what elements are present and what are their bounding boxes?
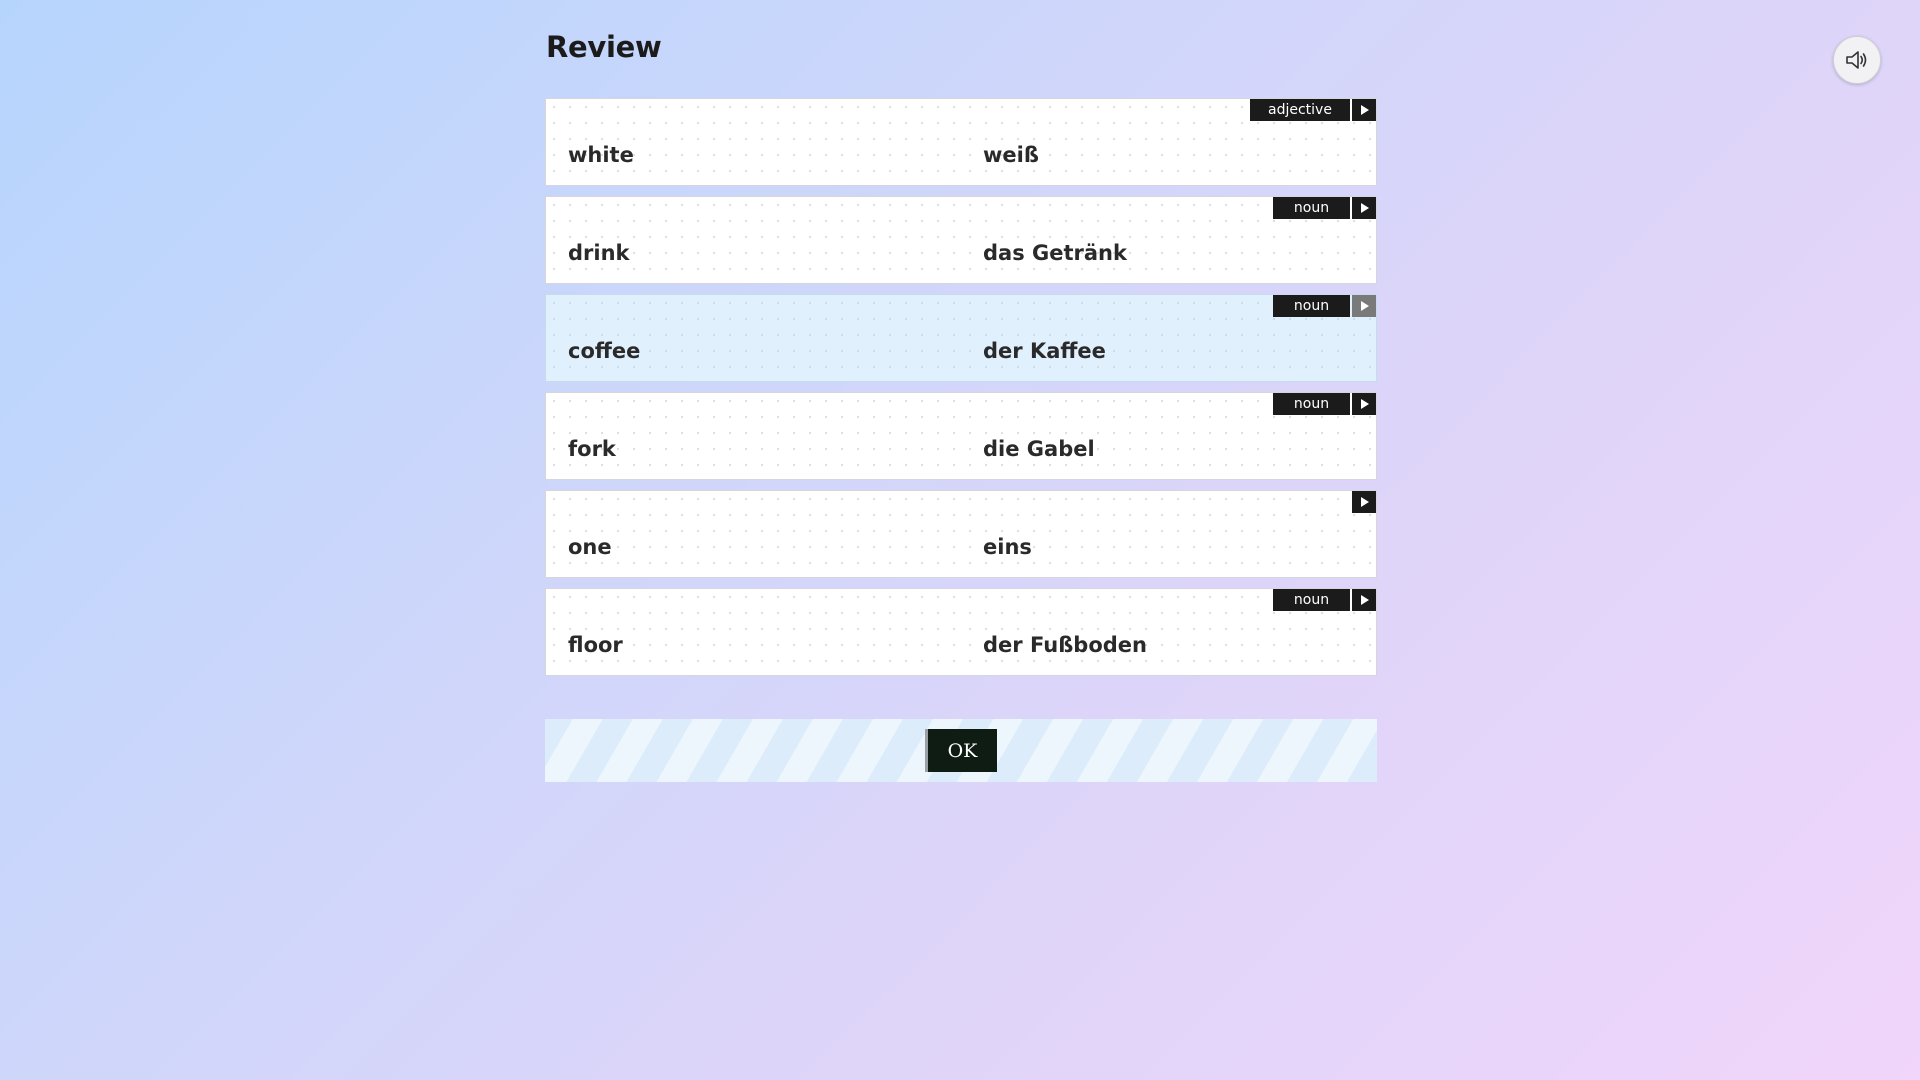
review-card[interactable]: one eins (545, 490, 1377, 578)
term-text: floor (568, 633, 623, 657)
part-of-speech-tag: noun (1273, 295, 1350, 317)
review-card-list: white weiß adjective drink das Getränk n… (545, 98, 1377, 686)
part-of-speech-tag: noun (1273, 393, 1350, 415)
card-tags: noun (1273, 295, 1376, 317)
term-text: coffee (568, 339, 641, 363)
translation-text: die Gabel (983, 437, 1095, 461)
play-icon (1360, 301, 1369, 311)
translation-text: der Fußboden (983, 633, 1147, 657)
term-text: one (568, 535, 612, 559)
part-of-speech-tag: noun (1273, 589, 1350, 611)
review-card[interactable]: drink das Getränk noun (545, 196, 1377, 284)
play-audio-button[interactable] (1352, 589, 1376, 611)
card-tags: adjective (1250, 99, 1376, 121)
ok-bar: OK (545, 719, 1377, 782)
speaker-icon (1846, 51, 1867, 69)
play-audio-button[interactable] (1352, 491, 1376, 513)
page-title: Review (546, 30, 662, 64)
translation-text: der Kaffee (983, 339, 1106, 363)
play-audio-button[interactable] (1352, 295, 1376, 317)
translation-text: weiß (983, 143, 1039, 167)
review-card-active[interactable]: coffee der Kaffee noun (545, 294, 1377, 382)
term-text: drink (568, 241, 630, 265)
play-icon (1360, 105, 1369, 115)
play-audio-button[interactable] (1352, 197, 1376, 219)
term-text: white (568, 143, 634, 167)
play-audio-button[interactable] (1352, 393, 1376, 415)
translation-text: das Getränk (983, 241, 1127, 265)
card-tags: noun (1273, 393, 1376, 415)
play-icon (1360, 399, 1369, 409)
part-of-speech-tag: noun (1273, 197, 1350, 219)
term-text: fork (568, 437, 616, 461)
card-tags (1352, 491, 1376, 513)
card-tags: noun (1273, 589, 1376, 611)
ok-button[interactable]: OK (925, 729, 997, 772)
review-card[interactable]: floor der Fußboden noun (545, 588, 1377, 676)
translation-text: eins (983, 535, 1032, 559)
play-audio-button[interactable] (1352, 99, 1376, 121)
play-icon (1360, 595, 1369, 605)
card-tags: noun (1273, 197, 1376, 219)
review-card[interactable]: fork die Gabel noun (545, 392, 1377, 480)
audio-toggle-button[interactable] (1833, 36, 1881, 84)
review-card[interactable]: white weiß adjective (545, 98, 1377, 186)
part-of-speech-tag: adjective (1250, 99, 1350, 121)
play-icon (1360, 203, 1369, 213)
play-icon (1360, 497, 1369, 507)
